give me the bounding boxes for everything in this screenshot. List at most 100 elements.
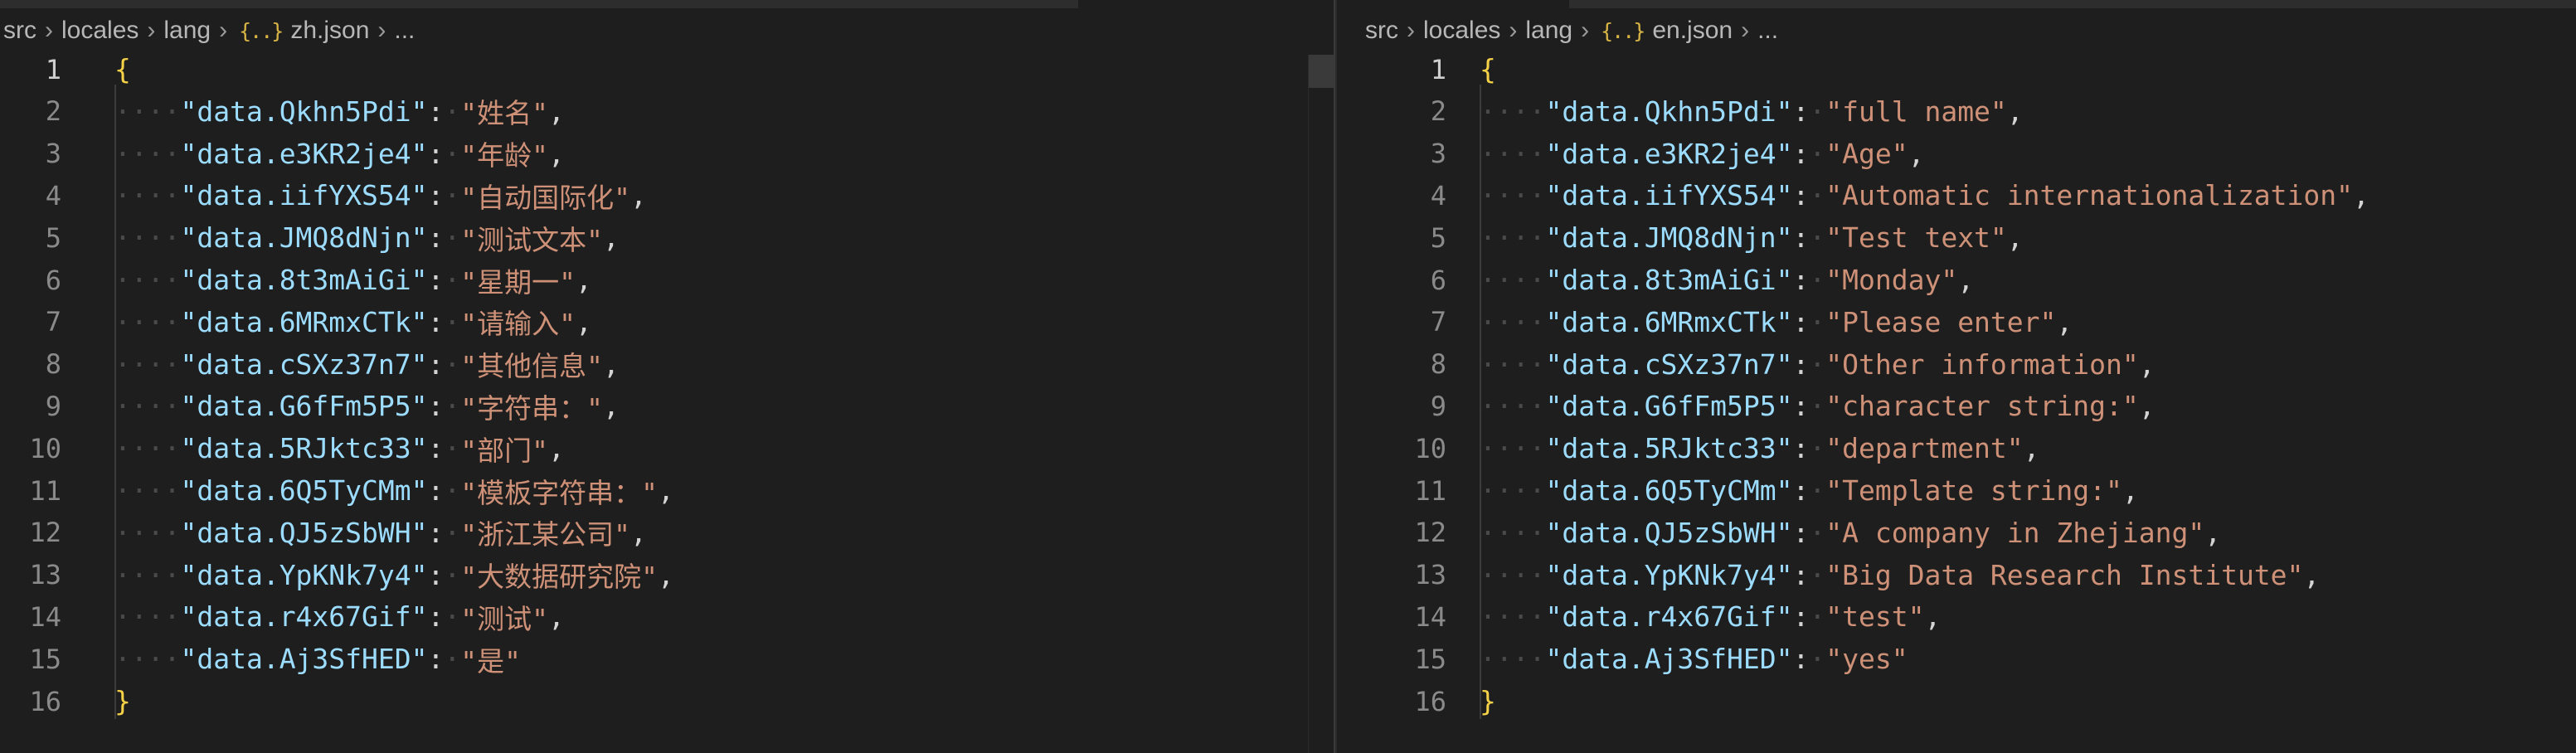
code-line[interactable]: 3 ···· "data.e3KR2je4": · "年龄",: [0, 133, 565, 175]
code-line[interactable]: 11 ···· "data.6Q5TyCMm": · "Template string:…: [1337, 469, 2138, 512]
code-line[interactable]: 2 ···· "data.Qkhn5Pdi": · "full name",: [1337, 90, 2024, 133]
line-number: 2: [45, 95, 61, 128]
json-string-value: "Big Data Research Institute": [1825, 558, 2304, 591]
code-line[interactable]: 7 ···· "data.6MRmxCTk": · "请输入",: [0, 301, 592, 343]
code-line[interactable]: 4 ···· "data.iifYXS54": · "Automatic interna…: [1337, 174, 2369, 216]
code-line[interactable]: 1{: [1337, 48, 1496, 90]
code-line[interactable]: 12 ···· "data.QJ5zSbWH": · "A company in Zhe…: [1337, 512, 2221, 554]
code-line[interactable]: 9 ···· "data.G6fFm5P5": · "字符串：",: [0, 385, 620, 427]
json-key: "data.QJ5zSbWH": [1545, 516, 1793, 549]
code-content: ···· "data.6Q5TyCMm": · "模板字符串：",: [114, 469, 674, 512]
whitespace-dots: ····: [114, 643, 181, 676]
code-content: ···· "data.8t3mAiGi": · "星期一",: [114, 259, 592, 301]
code-line[interactable]: 10 ···· "data.5RJktc33": · "部门",: [0, 427, 564, 469]
json-key: "data.Qkhn5Pdi": [180, 95, 428, 128]
whitespace-dot: ·: [1809, 600, 1826, 634]
code-content: }: [114, 680, 131, 722]
code-content: ···· "data.QJ5zSbWH": · "A company in Zheji…: [1480, 512, 2221, 554]
line-number: 13: [29, 559, 61, 591]
code-line[interactable]: 12 ···· "data.QJ5zSbWH": · "浙江某公司",: [0, 512, 646, 554]
breadcrumb-item-lang[interactable]: lang: [1522, 17, 1576, 45]
code-line[interactable]: 3 ···· "data.e3KR2je4": · "Age",: [1337, 133, 1925, 175]
chevron-right-icon: ›: [45, 17, 53, 44]
code-line[interactable]: 7 ···· "data.6MRmxCTk": · "Please enter",: [1337, 301, 2073, 343]
json-string-value: "测试文本": [460, 223, 603, 256]
breadcrumb-item-locales[interactable]: locales: [1420, 17, 1504, 45]
json-key: "data.6MRmxCTk": [180, 305, 428, 338]
code-line[interactable]: 14 ···· "data.r4x67Gif": · "test",: [1337, 595, 1941, 638]
breadcrumb: src › locales › lang › {..} zh.json › ..…: [0, 10, 418, 51]
code-line[interactable]: 6 ···· "data.8t3mAiGi": · "星期一",: [0, 259, 592, 301]
code-content: ···· "data.6MRmxCTk": · "Please enter",: [1480, 301, 2073, 343]
code-content: ···· "data.6MRmxCTk": · "请输入",: [114, 301, 592, 343]
whitespace-dots: ····: [1480, 264, 1546, 296]
json-open-brace: {: [1480, 53, 1496, 85]
code-line[interactable]: 13 ···· "data.YpKNk7y4": · "Big Data Researc…: [1337, 554, 2320, 596]
whitespace-dot: ·: [444, 347, 461, 381]
whitespace-dots: ····: [114, 600, 181, 634]
whitespace-dots: ····: [114, 221, 181, 255]
json-string-value: "Automatic internationalization": [1825, 179, 2354, 212]
json-key: "data.Aj3SfHED": [180, 643, 428, 676]
json-key: "data.e3KR2je4": [1545, 137, 1793, 170]
editor-pane-left[interactable]: src › locales › lang › {..} zh.json › ..…: [0, 0, 1334, 753]
code-editor[interactable]: 1{2 ···· "data.Qkhn5Pdi": · "full name", 3 ···…: [1337, 53, 2576, 753]
code-line[interactable]: 11 ···· "data.6Q5TyCMm": · "模板字符串：",: [0, 469, 673, 512]
whitespace-dot: ·: [444, 221, 461, 255]
code-line[interactable]: 10 ···· "data.5RJktc33": · "department",: [1337, 427, 2039, 469]
chevron-right-icon: ›: [1741, 17, 1750, 44]
breadcrumb-item-lang[interactable]: lang: [160, 17, 214, 45]
json-comma: ,: [2122, 474, 2139, 507]
json-key: "data.6Q5TyCMm": [180, 474, 428, 507]
json-key: "data.iifYXS54": [1545, 179, 1793, 212]
code-line[interactable]: 16}: [1337, 680, 1495, 722]
code-line[interactable]: 6 ···· "data.8t3mAiGi": · "Monday",: [1337, 259, 1974, 301]
whitespace-dots: ····: [114, 516, 181, 549]
json-comma: ,: [1957, 264, 1975, 296]
code-line[interactable]: 16}: [0, 680, 130, 722]
json-comma: ,: [658, 474, 674, 507]
whitespace-dots: ····: [1480, 516, 1546, 549]
code-line[interactable]: 13 ···· "data.YpKNk7y4": · "大数据研究院",: [0, 554, 673, 596]
breadcrumb-item-src[interactable]: src: [1362, 17, 1402, 45]
code-content: {: [1480, 48, 1496, 90]
json-comma: ,: [2138, 347, 2156, 381]
scrollbar-thumb[interactable]: [1309, 55, 1334, 88]
code-line[interactable]: 15 ···· "data.Aj3SfHED": · "yes": [1337, 638, 1908, 680]
whitespace-dot: ·: [444, 474, 461, 507]
code-editor[interactable]: 1{2 ···· "data.Qkhn5Pdi": · "姓名", 3 ···· "data.…: [0, 53, 1334, 753]
line-number: 6: [45, 264, 61, 296]
json-key: "data.JMQ8dNjn": [1545, 221, 1793, 255]
code-line[interactable]: 1{: [0, 48, 131, 90]
code-line[interactable]: 5 ···· "data.JMQ8dNjn": · "Test text",: [1337, 216, 2024, 259]
code-line[interactable]: 2 ···· "data.Qkhn5Pdi": · "姓名",: [0, 90, 565, 133]
vertical-scrollbar[interactable]: [1308, 55, 1334, 753]
code-line[interactable]: 8 ···· "data.cSXz37n7": · "Other information…: [1337, 343, 2156, 386]
breadcrumb-item-file[interactable]: zh.json: [287, 17, 372, 45]
editor-pane-right[interactable]: src › locales › lang › {..} en.json › ..…: [1337, 0, 2576, 753]
json-comma: ,: [630, 179, 647, 212]
whitespace-dot: ·: [1809, 558, 1826, 591]
json-colon: :: [427, 221, 445, 255]
code-line[interactable]: 15 ···· "data.Aj3SfHED": · "是": [0, 638, 521, 680]
breadcrumb-item-file[interactable]: en.json: [1649, 17, 1736, 45]
json-key: "data.YpKNk7y4": [180, 558, 428, 591]
code-line[interactable]: 14 ···· "data.r4x67Gif": · "测试",: [0, 595, 564, 638]
json-comma: ,: [576, 305, 592, 338]
line-number: 14: [29, 600, 61, 633]
code-content: ···· "data.Aj3SfHED": · "是": [114, 638, 521, 680]
breadcrumb-ellipsis[interactable]: ...: [1754, 17, 1781, 45]
code-line[interactable]: 9 ···· "data.G6fFm5P5": · "character string:…: [1337, 385, 2156, 427]
whitespace-dot: ·: [1809, 432, 1826, 465]
code-line[interactable]: 4 ···· "data.iifYXS54": · "自动国际化",: [0, 174, 647, 216]
whitespace-dot: ·: [1809, 221, 1826, 255]
whitespace-dots: ····: [114, 347, 181, 381]
breadcrumb-ellipsis[interactable]: ...: [391, 17, 418, 45]
code-content: ···· "data.JMQ8dNjn": · "测试文本",: [114, 216, 620, 259]
json-comma: ,: [2353, 179, 2369, 212]
code-line[interactable]: 8 ···· "data.cSXz37n7": · "其他信息",: [0, 343, 620, 386]
breadcrumb-item-src[interactable]: src: [0, 17, 40, 45]
breadcrumb-item-locales[interactable]: locales: [58, 17, 142, 45]
line-number: 3: [45, 138, 61, 170]
code-line[interactable]: 5 ···· "data.JMQ8dNjn": · "测试文本",: [0, 216, 620, 259]
